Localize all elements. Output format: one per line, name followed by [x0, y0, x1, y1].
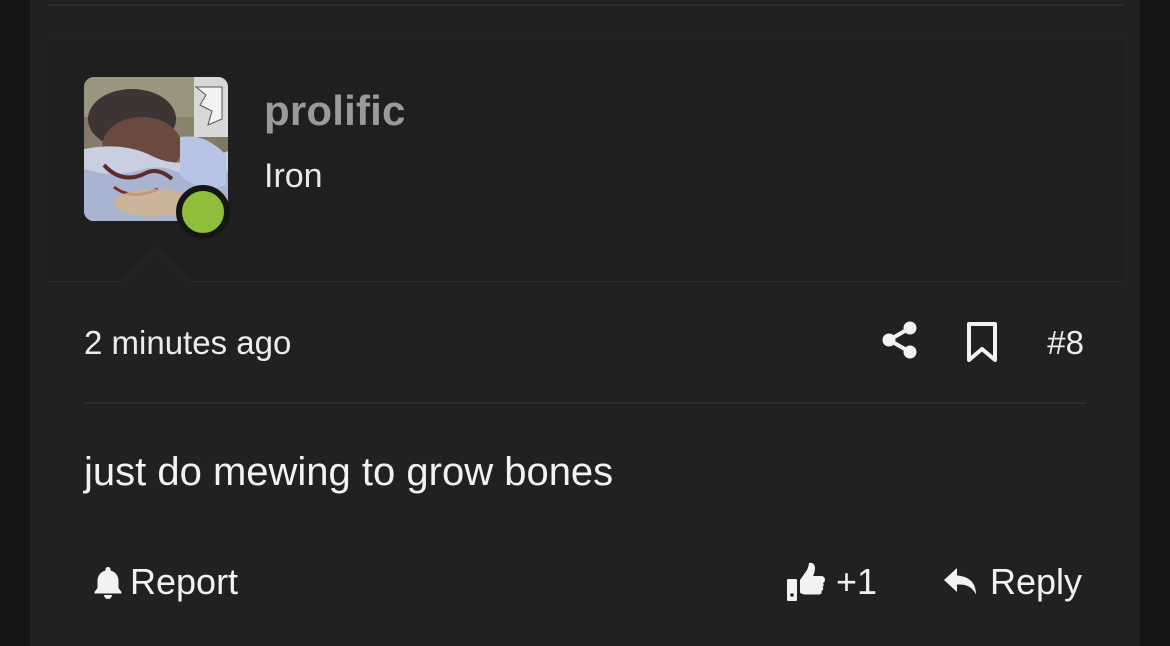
- meta-divider: [84, 402, 1086, 404]
- report-button[interactable]: Report: [92, 556, 238, 608]
- reply-label: Reply: [989, 561, 1082, 602]
- user-title: Iron: [264, 157, 323, 195]
- bookmark-button[interactable]: [962, 320, 1002, 364]
- post-meta: 2 minutes ago #8: [84, 318, 1086, 366]
- reply-button[interactable]: Reply: [942, 556, 1082, 608]
- report-label: Report: [130, 561, 239, 602]
- like-count: +1: [836, 561, 878, 602]
- post-timestamp[interactable]: 2 minutes ago: [84, 324, 291, 362]
- reply-arrow-icon: [943, 568, 976, 595]
- share-button[interactable]: [880, 320, 920, 360]
- post-actions: Report +1 Reply: [84, 556, 1086, 608]
- card-pointer: [122, 248, 190, 282]
- post-number-link[interactable]: #8: [1047, 324, 1084, 362]
- post-container: prolific Iron 2 minutes ago #8 just do m…: [30, 0, 1140, 646]
- username[interactable]: prolific: [264, 87, 406, 135]
- like-button[interactable]: +1: [786, 556, 877, 608]
- top-divider: [48, 4, 1123, 6]
- user-card: prolific Iron: [48, 38, 1123, 282]
- bell-icon: [94, 567, 122, 599]
- online-status-indicator: [176, 185, 230, 239]
- thumbs-up-icon: [787, 562, 825, 601]
- share-icon: [882, 321, 917, 359]
- bookmark-icon: [967, 322, 997, 362]
- post-body: just do mewing to grow bones: [84, 450, 614, 494]
